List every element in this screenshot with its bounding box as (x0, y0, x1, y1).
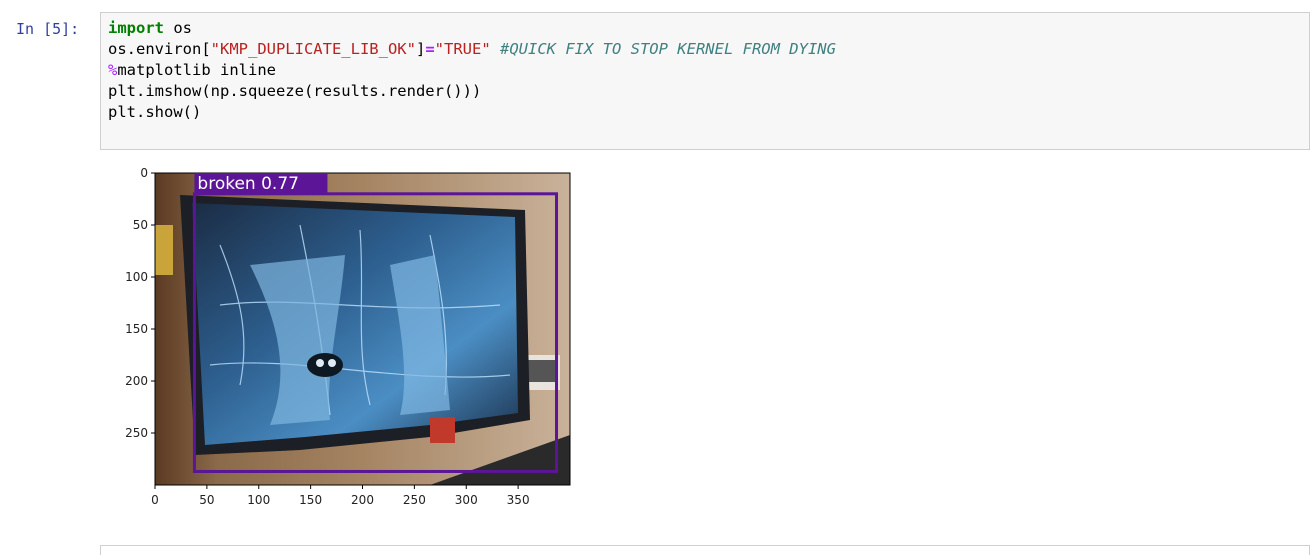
code-token: #QUICK FIX TO STOP KERNEL FROM DYING (500, 40, 836, 58)
code-token: "TRUE" (434, 40, 491, 58)
x-tick-label: 50 (199, 493, 214, 507)
code-token: matplotlib inline (117, 61, 276, 79)
y-tick-label: 200 (125, 374, 148, 388)
cell-prompt: In [5]: (16, 20, 80, 38)
x-tick-label: 0 (151, 493, 159, 507)
code-token: os.environ[ (108, 40, 211, 58)
code-line: %matplotlib inline (108, 60, 836, 81)
x-tick-label: 250 (403, 493, 426, 507)
code-token: "KMP_DUPLICATE_LIB_OK" (210, 40, 416, 58)
code-token: = (425, 40, 435, 58)
x-tick-label: 200 (351, 493, 374, 507)
code-token: import (108, 19, 164, 37)
code-token: ] (415, 40, 426, 58)
y-tick-label: 150 (125, 322, 148, 336)
next-code-cell[interactable] (100, 545, 1310, 555)
x-tick-label: 100 (247, 493, 270, 507)
code-line: import os (108, 18, 836, 39)
x-tick-label: 150 (299, 493, 322, 507)
y-tick-label: 0 (140, 166, 148, 180)
code-editor[interactable]: import os os.environ["KMP_DUPLICATE_LIB_O… (108, 18, 836, 123)
rendered-image (155, 173, 570, 485)
code-cell-input[interactable]: import os os.environ["KMP_DUPLICATE_LIB_O… (100, 12, 1310, 150)
y-tick-label: 250 (125, 426, 148, 440)
code-token: % (108, 61, 118, 79)
y-tick-label: 50 (133, 218, 148, 232)
x-tick-label: 300 (455, 493, 478, 507)
x-tick-label: 350 (507, 493, 530, 507)
code-line: plt.show() (108, 102, 836, 123)
code-token: plt.show() (108, 103, 202, 121)
code-line: os.environ["KMP_DUPLICATE_LIB_OK"]="TRUE… (108, 39, 836, 60)
code-token: os (164, 19, 192, 37)
matplotlib-figure: broken 0.77 0 50 100 150 200 250 300 350 0 50 100 1… (125, 166, 571, 507)
cell-output: broken 0.77 0 50 100 150 200 250 300 350 0 50 100 1… (100, 155, 600, 515)
code-line: plt.imshow(np.squeeze(results.render())) (108, 81, 836, 102)
code-token: plt.imshow(np.squeeze(results.render())) (108, 82, 482, 100)
y-tick-label: 100 (125, 270, 148, 284)
detection-label: broken 0.77 (197, 174, 299, 194)
